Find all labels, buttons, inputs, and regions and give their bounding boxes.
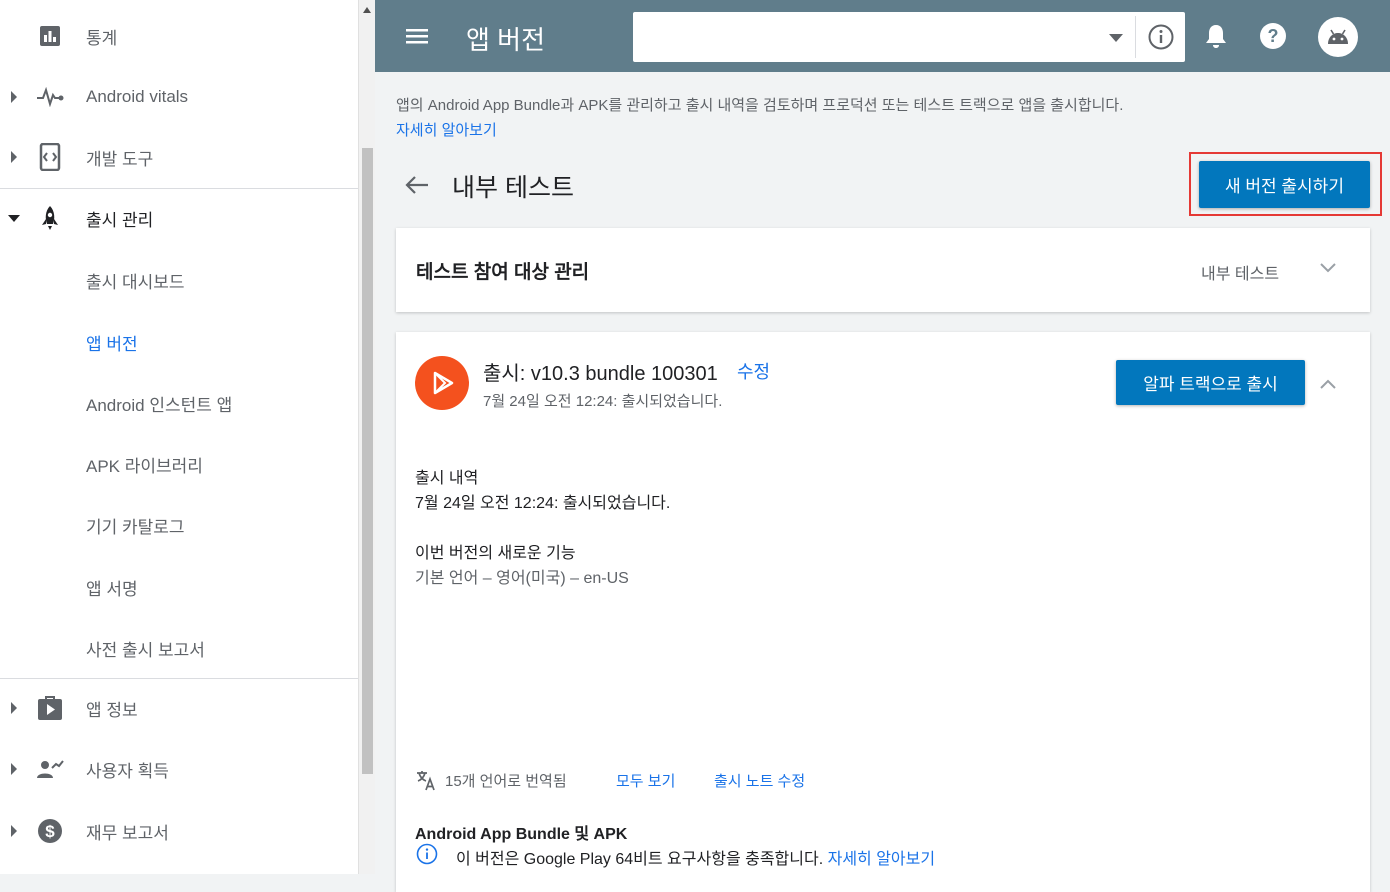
- caret-right-icon: [8, 702, 20, 714]
- pulse-icon: [36, 83, 64, 111]
- sidebar-item-device-catalog[interactable]: 기기 카탈로그: [0, 500, 358, 550]
- whats-new-text: 기본 언어 – 영어(미국) – en-US: [415, 570, 629, 587]
- sidebar-item-financial-reports[interactable]: $ 재무 보고서: [0, 806, 358, 856]
- dev-tools-icon: [36, 143, 64, 171]
- sidebar-item-statistics[interactable]: 통계: [0, 11, 358, 61]
- caret-right-icon: [8, 151, 20, 163]
- sidebar-item-label: 앱 버전: [86, 334, 138, 354]
- sidebar-item-label: 출시 대시보드: [86, 272, 185, 292]
- translate-icon: [415, 769, 437, 791]
- release-to-alpha-button[interactable]: 알파 트랙으로 출시: [1116, 360, 1305, 405]
- sidebar-item-label: 사용자 획득: [86, 761, 169, 781]
- bundle-learn-more-link[interactable]: 자세히 알아보기: [828, 851, 936, 868]
- sidebar-item-label: APK 라이브러리: [86, 456, 203, 476]
- intro-text: 앱의 Android App Bundle과 APK를 관리하고 출시 내역을 …: [396, 97, 1124, 114]
- view-all-link[interactable]: 모두 보기: [616, 770, 675, 791]
- caret-right-icon: [8, 91, 20, 103]
- user-growth-icon: [36, 755, 64, 783]
- info-icon: [416, 843, 438, 865]
- create-new-release-button[interactable]: 새 버전 출시하기: [1199, 161, 1370, 208]
- sidebar-item-app-signing[interactable]: 앱 서명: [0, 562, 358, 612]
- page-title: 내부 테스트: [452, 174, 574, 202]
- sidebar-item-release-management[interactable]: 출시 관리: [0, 193, 358, 243]
- sidebar-item-dev-tools[interactable]: 개발 도구: [0, 132, 358, 182]
- release-logo-icon: [415, 356, 469, 410]
- release-history-title: 출시 내역: [415, 470, 479, 487]
- account-avatar[interactable]: [1318, 17, 1358, 57]
- sidebar-item-label: 개발 도구: [86, 149, 154, 169]
- top-app-bar: 앱 버전 ?: [375, 0, 1390, 72]
- bundles-title: Android App Bundle 및 APK: [415, 826, 628, 843]
- edit-release-notes-link[interactable]: 출시 노트 수정: [714, 770, 805, 791]
- sidebar-item-label: 기기 카탈로그: [86, 517, 185, 537]
- app-selector[interactable]: [633, 12, 1185, 62]
- android-robot-icon: [1328, 29, 1348, 44]
- bundle-requirement-message: 이 버전은 Google Play 64비트 요구사항을 충족합니다.: [456, 851, 824, 868]
- sidebar-divider: [0, 188, 358, 189]
- dropdown-arrow-icon[interactable]: [1109, 34, 1123, 42]
- menu-icon[interactable]: [403, 22, 431, 50]
- sidebar-item-label: 통계: [86, 28, 118, 48]
- sidebar-item-label: 앱 정보: [86, 700, 138, 720]
- chevron-up-icon[interactable]: [1318, 374, 1338, 394]
- dollar-icon: $: [36, 817, 64, 845]
- sidebar-item-android-vitals[interactable]: Android vitals: [0, 72, 358, 122]
- track-name: 내부 테스트: [1201, 266, 1280, 283]
- svg-text:$: $: [45, 822, 55, 841]
- learn-more-link[interactable]: 자세히 알아보기: [396, 119, 497, 140]
- caret-down-icon: [8, 212, 20, 224]
- sidebar-item-label: 사전 출시 보고서: [86, 640, 205, 660]
- edit-release-link[interactable]: 수정: [737, 358, 770, 384]
- sidebar-item-label: Android vitals: [86, 87, 189, 106]
- manage-testers-card[interactable]: 테스트 참여 대상 관리 내부 테스트: [396, 228, 1370, 312]
- sidebar-item-label: 출시 관리: [86, 210, 154, 230]
- help-icon[interactable]: ?: [1259, 22, 1287, 50]
- rocket-icon: [36, 204, 64, 232]
- sidebar-item-label: 재무 보고서: [86, 823, 169, 843]
- chevron-down-icon[interactable]: [1318, 258, 1338, 278]
- sidebar-item-label: Android 인스턴트 앱: [86, 395, 233, 415]
- release-title: 출시: v10.3 bundle 100301: [483, 363, 718, 385]
- sidebar: 통계 Android vitals 개발 도구 출시 관리 출시 대시보드 앱 …: [0, 0, 358, 874]
- sidebar-divider: [0, 678, 358, 679]
- release-date: 7월 24일 오전 12:24: 출시되었습니다.: [483, 393, 723, 410]
- notifications-bell-icon[interactable]: [1204, 22, 1232, 52]
- sidebar-item-pre-launch-report[interactable]: 사전 출시 보고서: [0, 623, 358, 673]
- caret-right-icon: [8, 763, 20, 775]
- sidebar-item-apk-library[interactable]: APK 라이브러리: [0, 439, 358, 489]
- sidebar-item-app-releases[interactable]: 앱 버전: [0, 317, 358, 367]
- scrollbar-thumb[interactable]: [362, 148, 373, 774]
- bundle-requirement-text: 이 버전은 Google Play 64비트 요구사항을 충족합니다. 자세히 …: [456, 845, 935, 869]
- card-title: 테스트 참여 대상 관리: [416, 262, 590, 283]
- sidebar-item-app-info[interactable]: 앱 정보: [0, 683, 358, 733]
- sidebar-item-label: 앱 서명: [86, 579, 138, 599]
- scroll-up-arrow-icon[interactable]: [359, 2, 375, 18]
- release-history-text: 7월 24일 오전 12:24: 출시되었습니다.: [415, 495, 671, 512]
- bar-chart-icon: [36, 22, 64, 50]
- sidebar-scrollbar[interactable]: [358, 0, 375, 874]
- release-card: 출시: v10.3 bundle 100301 수정 7월 24일 오전 12:…: [396, 332, 1370, 892]
- svg-text:?: ?: [1268, 26, 1279, 46]
- sidebar-item-release-dashboard[interactable]: 출시 대시보드: [0, 255, 358, 305]
- whats-new-title: 이번 버전의 새로운 기능: [415, 545, 576, 562]
- sidebar-item-user-acquisition[interactable]: 사용자 획득: [0, 744, 358, 794]
- translations-count: 15개 언어로 번역됨: [445, 773, 567, 790]
- selector-divider: [1135, 16, 1136, 58]
- info-icon[interactable]: [1147, 23, 1175, 51]
- sidebar-item-instant-apps[interactable]: Android 인스턴트 앱: [0, 378, 358, 428]
- store-listing-icon: [36, 694, 64, 722]
- back-arrow-icon[interactable]: [404, 172, 430, 198]
- page-title-bar: 앱 버전: [466, 25, 545, 55]
- caret-right-icon: [8, 825, 20, 837]
